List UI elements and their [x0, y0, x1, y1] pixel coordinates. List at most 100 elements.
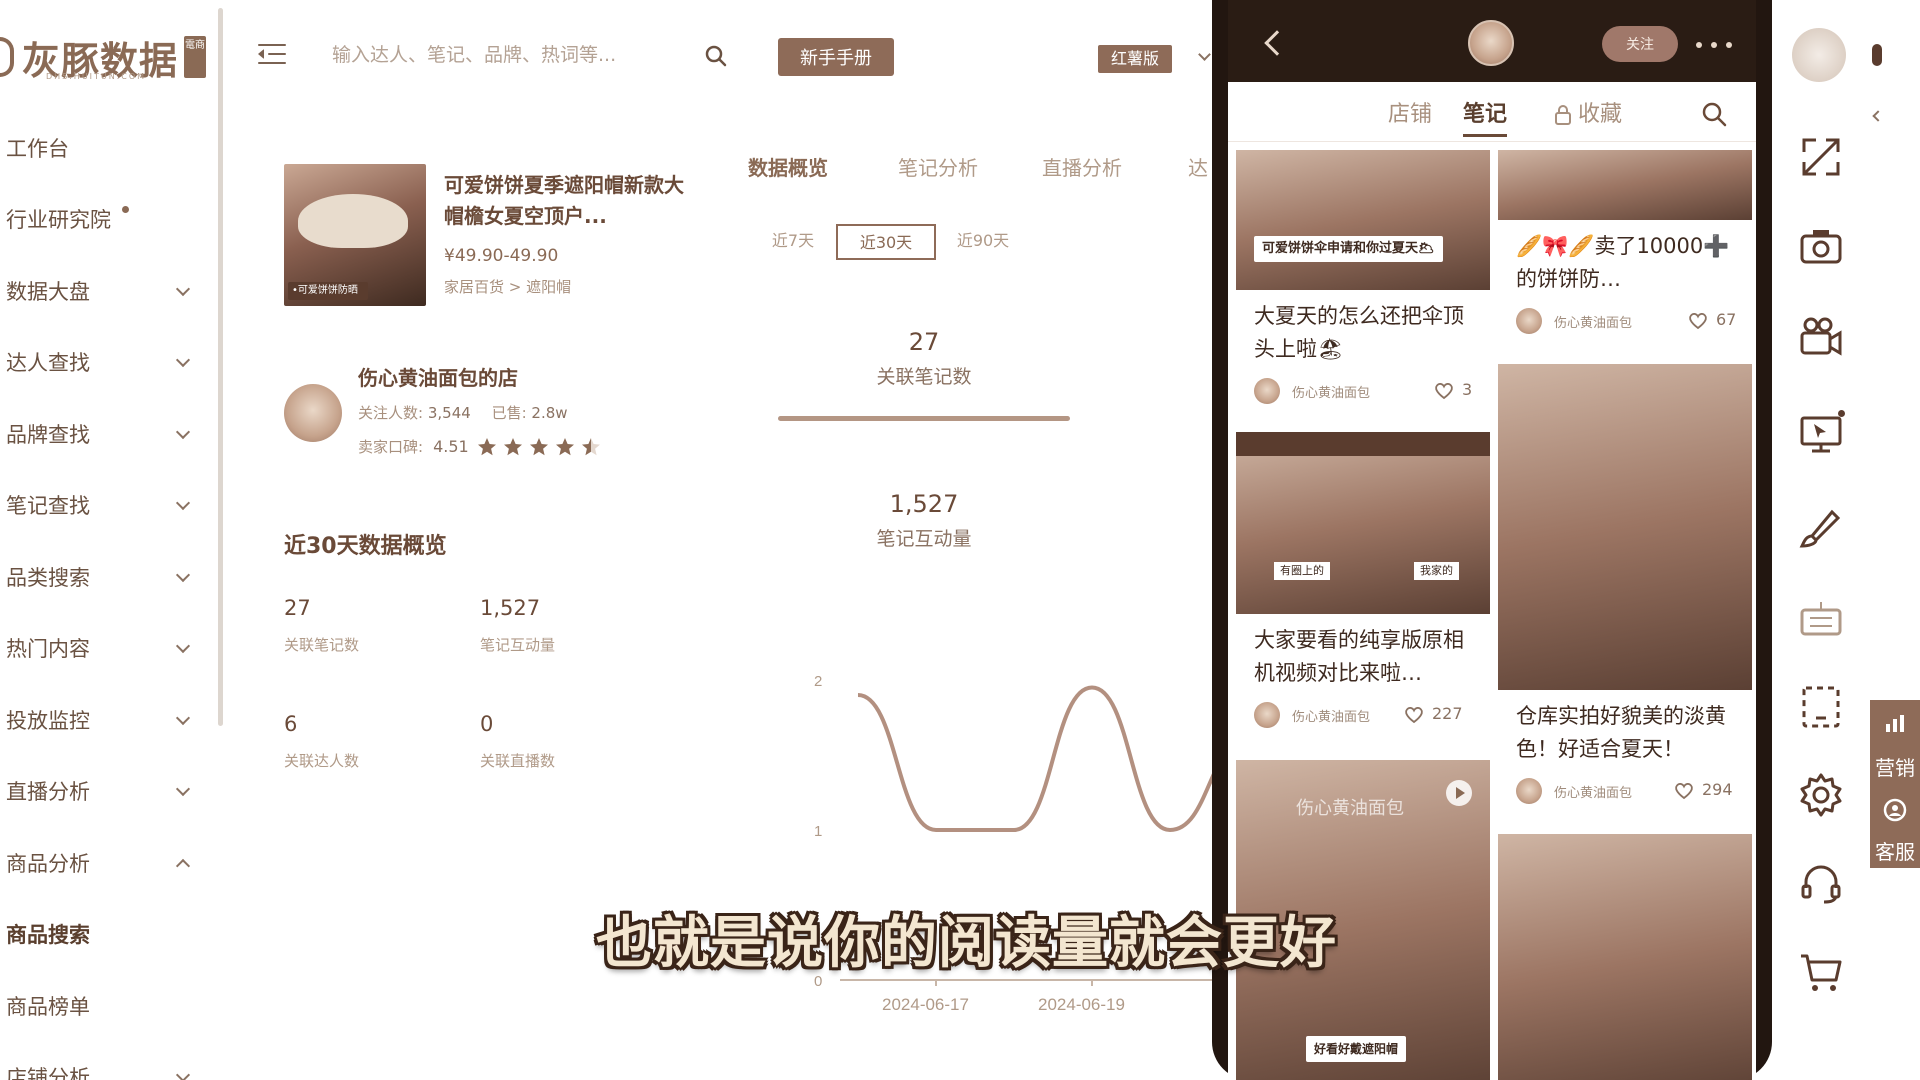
author-avatar [1254, 702, 1280, 728]
menu-collapse-icon[interactable] [258, 44, 286, 64]
shop-name[interactable]: 伤心黄油面包的店 [358, 362, 518, 391]
metric-label: 关联达人数 [284, 752, 360, 770]
tab-live-analysis[interactable]: 直播分析 [1042, 152, 1122, 181]
sidebar-item-label: 品类搜索 [6, 565, 90, 590]
sidebar-item[interactable]: 店铺分析 [0, 1042, 200, 1080]
analysis-tabs: 数据概览 笔记分析 直播分析 达 [748, 152, 1218, 182]
chevron-down-icon[interactable] [175, 782, 191, 797]
back-icon[interactable] [1264, 30, 1290, 56]
headset-icon[interactable] [1798, 860, 1844, 906]
cart-icon[interactable] [1798, 950, 1844, 996]
shop-avatar[interactable] [284, 384, 342, 442]
heart-icon[interactable] [1674, 782, 1694, 800]
range-30d[interactable]: 近30天 [836, 224, 936, 260]
kpi-label: 关联笔记数 [876, 366, 972, 388]
note-card[interactable]: 可爱饼饼伞申请和你过夏天🌥 大夏天的怎么还把伞顶头上啦🏖 伤心黄油面包 3 [1236, 150, 1490, 410]
sidebar-item[interactable]: 商品搜索 [0, 899, 200, 971]
product-thumbnail[interactable]: •可爱饼饼防晒 [284, 164, 426, 306]
tab-creator[interactable]: 达 [1188, 152, 1208, 181]
follow-button[interactable]: 关注 [1602, 26, 1678, 62]
chevron-down-icon[interactable] [175, 496, 191, 511]
marketing-tab[interactable]: 营销 [1870, 700, 1920, 784]
screen-record-icon[interactable] [1798, 410, 1844, 456]
top-header: 新手手册 红薯版 [222, 0, 1222, 110]
customer-service-tab[interactable]: 客服 [1870, 784, 1920, 868]
note-tag: 我家的 [1414, 562, 1459, 580]
sidebar-item[interactable]: 直播分析 [0, 756, 200, 828]
sidebar-item[interactable]: 工作台 [0, 112, 200, 184]
video-camera-icon[interactable] [1798, 314, 1844, 360]
search-icon[interactable] [704, 44, 728, 68]
note-card[interactable]: 🥖🎀🥖卖了10000➕的饼饼防… 伤心黄油面包 67 [1498, 150, 1752, 340]
note-card[interactable]: 有圈上的 我家的 大家要看的纯享版原相机视频对比来啦… 伤心黄油面包 227 [1236, 432, 1490, 734]
sidebar-scrollbar[interactable] [218, 8, 223, 726]
author-avatar [1516, 778, 1542, 804]
sidebar-item[interactable]: 品类搜索 [0, 541, 200, 613]
brush-icon[interactable] [1798, 504, 1844, 550]
note-card[interactable] [1498, 834, 1752, 1080]
note-author: 伤心黄油面包 [1554, 316, 1633, 331]
y-tick-label: 2 [814, 673, 822, 690]
screenshot-icon[interactable] [1798, 684, 1844, 730]
gear-icon[interactable] [1798, 772, 1844, 818]
note-meta: 伤心黄油面包 3 [1236, 374, 1490, 410]
newbie-guide-button[interactable]: 新手手册 [778, 38, 894, 76]
trend-line-chart[interactable]: 0122024-06-172024-06-19202 [800, 660, 1220, 1040]
sidebar-item[interactable]: 数据大盘 [0, 255, 200, 327]
fullscreen-icon[interactable] [1798, 134, 1844, 180]
sidebar-item[interactable]: 行业研究院 [0, 184, 200, 256]
chevron-down-icon[interactable] [1198, 48, 1211, 61]
chevron-left-icon[interactable] [1872, 110, 1884, 122]
series-line [857, 685, 1220, 833]
product-card: •可爱饼饼防晒 可爱饼饼夏季遮阳帽新款大帽檐女夏空顶户... ¥49.90-49… [284, 164, 704, 309]
sidebar-item[interactable]: 商品榜单 [0, 970, 200, 1042]
camera-icon[interactable] [1798, 224, 1844, 270]
chevron-down-icon[interactable] [175, 710, 191, 725]
kpi-interaction[interactable]: 1,527 笔记互动量 [776, 490, 1072, 551]
tab-data-overview[interactable]: 数据概览 [748, 152, 828, 181]
followers-label: 关注人数: [358, 404, 424, 422]
chevron-down-icon[interactable] [175, 1068, 191, 1080]
search-icon[interactable] [1700, 100, 1728, 128]
tab-note-analysis[interactable]: 笔记分析 [898, 152, 978, 181]
chevron-down-icon[interactable] [175, 639, 191, 654]
rating-stars [477, 437, 607, 457]
chevron-up-icon[interactable] [175, 858, 191, 873]
chevron-down-icon[interactable] [175, 424, 191, 439]
note-card[interactable]: 仓库实拍好貌美的淡黄色！好适合夏天！ 伤心黄油面包 294 [1498, 364, 1752, 810]
phone-tab-favorites[interactable]: 收藏 [1578, 96, 1622, 128]
collapse-handle[interactable] [1872, 44, 1882, 66]
marketing-tab-label: 营销 [1875, 756, 1915, 780]
sidebar-item[interactable]: 商品分析 [0, 827, 200, 899]
sidebar-item[interactable]: 达人查找 [0, 327, 200, 399]
chevron-down-icon[interactable] [175, 567, 191, 582]
sidebar-item[interactable]: 品牌查找 [0, 398, 200, 470]
search-input[interactable] [332, 38, 642, 72]
kpi-note-count[interactable]: 27 关联笔记数 [776, 328, 1072, 389]
keyboard-icon[interactable] [1798, 596, 1844, 642]
note-likes: 3 [1462, 380, 1473, 399]
logo[interactable]: 灰豚数据 電商 DHS.HUITUN.COM [0, 28, 210, 86]
overview-title: 近30天数据概览 [284, 534, 447, 559]
heart-icon[interactable] [1434, 382, 1454, 400]
sidebar-item-label: 品牌查找 [6, 422, 90, 447]
logo-subtext: DHS.HUITUN.COM [46, 72, 147, 81]
sidebar-item[interactable]: 热门内容 [0, 613, 200, 685]
phone-tab-notes[interactable]: 笔记 [1463, 96, 1507, 128]
heart-icon[interactable] [1404, 706, 1424, 724]
range-7d[interactable]: 近7天 [758, 224, 828, 260]
logo-mark [0, 37, 14, 77]
product-title[interactable]: 可爱饼饼夏季遮阳帽新款大帽檐女夏空顶户... [444, 170, 684, 232]
range-90d[interactable]: 近90天 [948, 224, 1018, 260]
phone-tab-shop[interactable]: 店铺 [1388, 96, 1432, 128]
assistant-avatar[interactable] [1792, 28, 1846, 82]
phone-avatar[interactable] [1468, 20, 1514, 66]
sidebar-item-label: 商品搜索 [6, 923, 90, 948]
more-icon[interactable] [1696, 42, 1732, 48]
sidebar-item[interactable]: 投放监控 [0, 684, 200, 756]
heart-icon[interactable] [1688, 312, 1708, 330]
sidebar-item[interactable]: 笔记查找 [0, 470, 200, 542]
chevron-down-icon[interactable] [175, 281, 191, 296]
edition-badge[interactable]: 红薯版 [1098, 45, 1172, 73]
chevron-down-icon[interactable] [175, 353, 191, 368]
